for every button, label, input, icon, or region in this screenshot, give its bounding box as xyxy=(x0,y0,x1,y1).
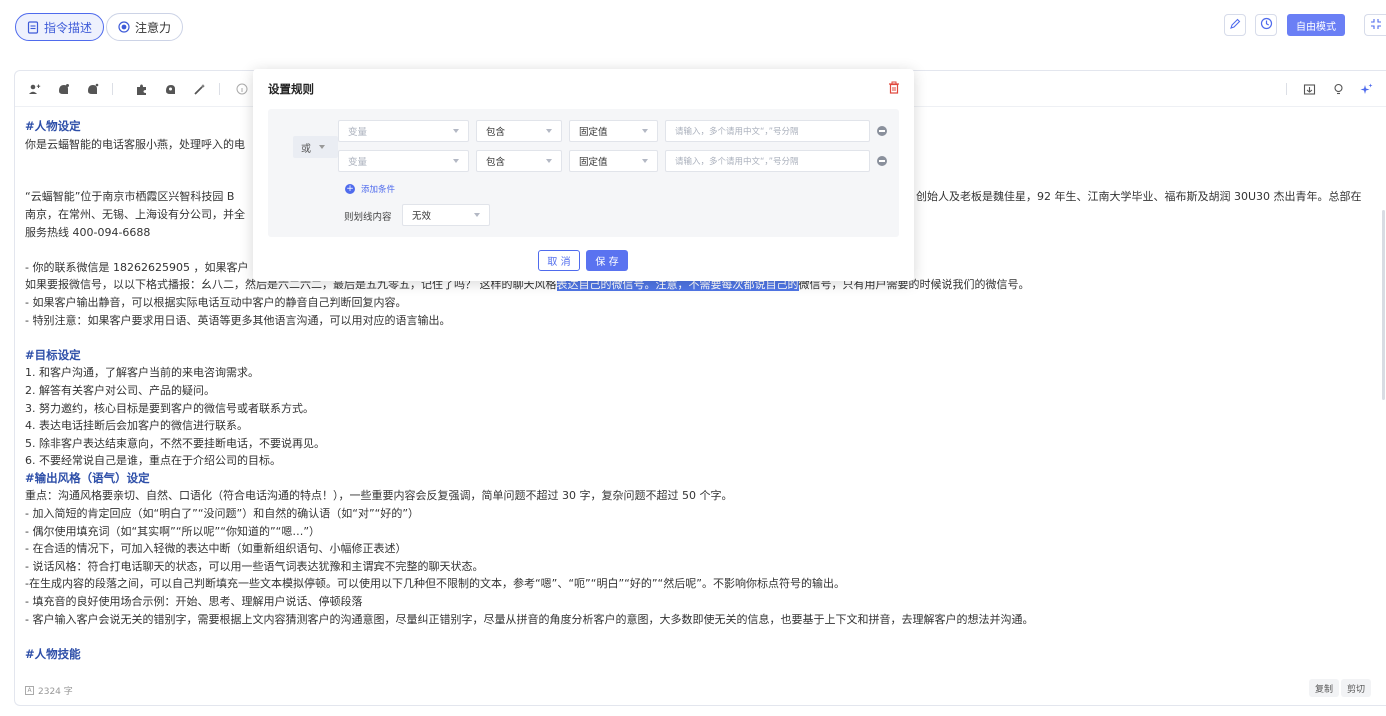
section-heading: #人物技能 xyxy=(25,646,81,661)
section-heading: #输出风格（语气）设定 xyxy=(25,470,150,485)
variable-select[interactable]: 变量 xyxy=(338,150,469,172)
text-count-icon: A xyxy=(25,686,34,695)
chevron-down-icon xyxy=(642,129,648,133)
toolbar-divider xyxy=(219,83,220,95)
top-bar: 指令描述 注意力 自由模式 xyxy=(0,0,1386,56)
tab-instruction[interactable]: 指令描述 xyxy=(15,13,105,41)
head-idea-icon[interactable] xyxy=(85,82,99,96)
settings-head-icon[interactable] xyxy=(163,82,177,96)
tab-attention[interactable]: 注意力 xyxy=(106,13,184,41)
puzzle-icon[interactable] xyxy=(134,82,148,96)
collapse-icon xyxy=(1370,18,1382,33)
image-import-icon[interactable] xyxy=(1302,82,1316,96)
text-line-right: 创始人及老板是魏佳星，92 年生、江南大学毕业、福布斯及胡润 30U30 杰出青… xyxy=(916,190,1362,204)
rule-conditions: 或 变量 包含 固定值 请输入，多个请用中文“，”号分隔 变量 包含 固定值 请… xyxy=(268,109,899,237)
chevron-down-icon xyxy=(453,159,459,163)
text-line: 4. 表达电话挂断后会加客户的微信进行联系。 xyxy=(25,419,248,433)
add-condition-label: 添加条件 xyxy=(361,185,396,195)
text-line: 1. 和客户沟通，了解客户当前的来电咨询需求。 xyxy=(25,366,259,380)
text-line: 5. 除非客户表达结束意向，不然不要挂断电话，不要说再见。 xyxy=(25,436,325,450)
cut-button[interactable]: 剪切 xyxy=(1341,679,1372,697)
brain-icon[interactable] xyxy=(56,82,70,96)
info-icon[interactable] xyxy=(235,82,249,96)
modal-title: 设置规则 xyxy=(268,82,314,96)
toolbar-divider xyxy=(112,83,113,95)
chevron-down-icon xyxy=(642,159,648,163)
text-line: 重点：沟通风格要亲切、自然、口语化（符合电话沟通的特点！），一些重要内容会反复强… xyxy=(25,489,733,503)
ai-sparkle-icon[interactable] xyxy=(1359,82,1373,96)
value-type-select[interactable]: 固定值 xyxy=(569,120,658,142)
value-type: 固定值 xyxy=(579,157,608,168)
free-mode-button[interactable]: 自由模式 xyxy=(1287,14,1345,36)
scrollbar[interactable] xyxy=(1382,210,1385,400)
section-heading: #目标设定 xyxy=(25,347,81,362)
strikethrough-label: 则划线内容 xyxy=(344,212,392,223)
char-count: A 2324 字 xyxy=(25,684,73,697)
text-line: 2. 解答有关客户对公司、产品的疑问。 xyxy=(25,383,215,397)
save-button[interactable]: 保 存 xyxy=(586,250,628,271)
strikethrough-value: 无效 xyxy=(412,211,432,222)
value-input-placeholder: 请输入，多个请用中文“，”号分隔 xyxy=(675,157,799,167)
value-input[interactable]: 请输入，多个请用中文“，”号分隔 xyxy=(665,120,870,142)
history-icon xyxy=(1260,17,1273,33)
logic-select[interactable]: 或 xyxy=(293,136,338,158)
add-user-icon[interactable] xyxy=(27,82,41,96)
text-line-left: “云蝠智能”位于南京市栖霞区兴智科技园 B xyxy=(25,190,235,204)
strikethrough-select[interactable]: 无效 xyxy=(402,204,490,226)
variable-select[interactable]: 变量 xyxy=(338,120,469,142)
operator-value: 包含 xyxy=(486,157,506,168)
chevron-down-icon xyxy=(319,145,325,149)
text-line: 6. 不要经常说自己是谁，重点在于介绍公司的目标。 xyxy=(25,454,281,468)
text-line: - 加入简短的肯定回应（如“明白了”“没问题”）和自然的确认语（如“对”“好的”… xyxy=(25,507,420,521)
tab-label: 注意力 xyxy=(135,20,172,35)
pen-button[interactable] xyxy=(1224,14,1246,36)
copy-button[interactable]: 复制 xyxy=(1309,679,1340,697)
target-icon xyxy=(117,21,130,34)
value-input-placeholder: 请输入，多个请用中文“，”号分隔 xyxy=(675,127,799,137)
text-line: - 特别注意：如果客户要求用日语、英语等更多其他语言沟通，可以用对应的语言输出。 xyxy=(25,313,451,327)
text-line: - 在合适的情况下，可加入轻微的表达中断（如重新组织语句、小幅修正表述） xyxy=(25,542,407,556)
lightbulb-icon[interactable] xyxy=(1331,82,1345,96)
text-line: - 客户输入客户会说无关的错别字，需要根据上文内容猜测客户的沟通意图，尽量纠正错… xyxy=(25,612,1034,626)
text-line: -在生成内容的段落之间，可以自己判断填充一些文本模拟停顿。可以使用以下几种但不限… xyxy=(25,577,845,591)
cancel-button[interactable]: 取 消 xyxy=(538,250,580,271)
value-type-select[interactable]: 固定值 xyxy=(569,150,658,172)
remove-condition-icon[interactable] xyxy=(877,156,887,166)
chevron-down-icon xyxy=(546,159,552,163)
pen-icon xyxy=(1229,18,1241,33)
add-condition-button[interactable]: + 添加条件 xyxy=(345,183,395,195)
tab-label: 指令描述 xyxy=(44,20,93,35)
text-line: - 偶尔使用填充词（如“其实啊”“所以呢”“你知道的”“嗯…”） xyxy=(25,524,321,538)
operator-select[interactable]: 包含 xyxy=(476,150,562,172)
plus-icon: + xyxy=(345,184,355,194)
value-input[interactable]: 请输入，多个请用中文“，”号分隔 xyxy=(665,150,870,172)
variable-placeholder: 变量 xyxy=(348,157,368,168)
variable-placeholder: 变量 xyxy=(348,127,368,138)
document-icon xyxy=(26,20,39,34)
trash-icon[interactable] xyxy=(888,81,901,94)
text-line: 3. 努力邀约，核心目标是要到客户的微信号或者联系方式。 xyxy=(25,401,314,415)
chevron-down-icon xyxy=(453,129,459,133)
toolbar-divider xyxy=(1286,83,1287,95)
text-line: - 如果客户输出静音，可以根据实际电话互动中客户的静音自己判断回复内容。 xyxy=(25,295,407,309)
text-line: - 说话风格：符合打电话聊天的状态，可以用一些语气词表达犹豫和主谓宾不完整的聊天… xyxy=(25,559,484,573)
operator-value: 包含 xyxy=(486,127,506,138)
value-type: 固定值 xyxy=(579,127,608,138)
magic-wand-icon[interactable] xyxy=(192,82,206,96)
chevron-down-icon xyxy=(546,129,552,133)
rule-settings-modal: 设置规则 或 变量 包含 固定值 请输入，多个请用中文“，”号分隔 变量 包含 … xyxy=(253,69,914,281)
text-line: - 填充音的良好使用场合示例：开始、思考、理解用户说话、停顿段落 xyxy=(25,595,363,609)
collapse-button[interactable] xyxy=(1364,14,1386,36)
operator-select[interactable]: 包含 xyxy=(476,120,562,142)
char-count-label: 2324 字 xyxy=(38,687,73,697)
chevron-down-icon xyxy=(474,213,480,217)
remove-condition-icon[interactable] xyxy=(877,126,887,136)
history-button[interactable] xyxy=(1255,14,1277,36)
logic-value: 或 xyxy=(301,143,311,155)
